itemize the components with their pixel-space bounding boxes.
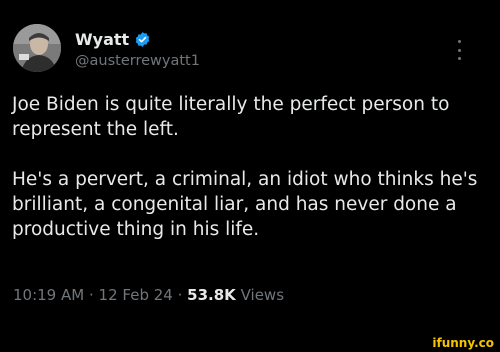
- author-handle[interactable]: @austerrewyatt1: [75, 53, 200, 69]
- display-name[interactable]: Wyatt: [75, 30, 129, 49]
- views-count[interactable]: 53.8K: [187, 286, 236, 304]
- author-name-row[interactable]: Wyatt: [75, 30, 151, 49]
- tweet-paragraph: He's a pervert, a criminal, an idiot who…: [12, 169, 478, 240]
- verified-badge-icon: [135, 32, 150, 47]
- avatar[interactable]: [13, 24, 61, 72]
- more-dot: [457, 48, 461, 52]
- meta-separator: ·: [177, 286, 183, 304]
- tweet-paragraph: Joe Biden is quite literally the perfect…: [12, 94, 450, 140]
- meta-separator: ·: [88, 286, 94, 304]
- more-options-icon[interactable]: [452, 40, 466, 60]
- tweet-card: Wyatt @austerrewyatt1 Joe Biden is quite…: [0, 0, 500, 352]
- tweet-text: Joe Biden is quite literally the perfect…: [12, 92, 494, 242]
- views-label[interactable]: Views: [241, 286, 284, 304]
- tweet-date[interactable]: 12 Feb 24: [99, 286, 173, 304]
- tweet-meta: 10:19 AM · 12 Feb 24 · 53.8K Views: [13, 286, 284, 304]
- tweet-time[interactable]: 10:19 AM: [13, 286, 84, 304]
- ifunny-watermark: ifunny.co: [432, 336, 494, 350]
- more-dot: [457, 40, 461, 43]
- avatar-photo: [13, 24, 61, 72]
- more-dot: [457, 57, 461, 60]
